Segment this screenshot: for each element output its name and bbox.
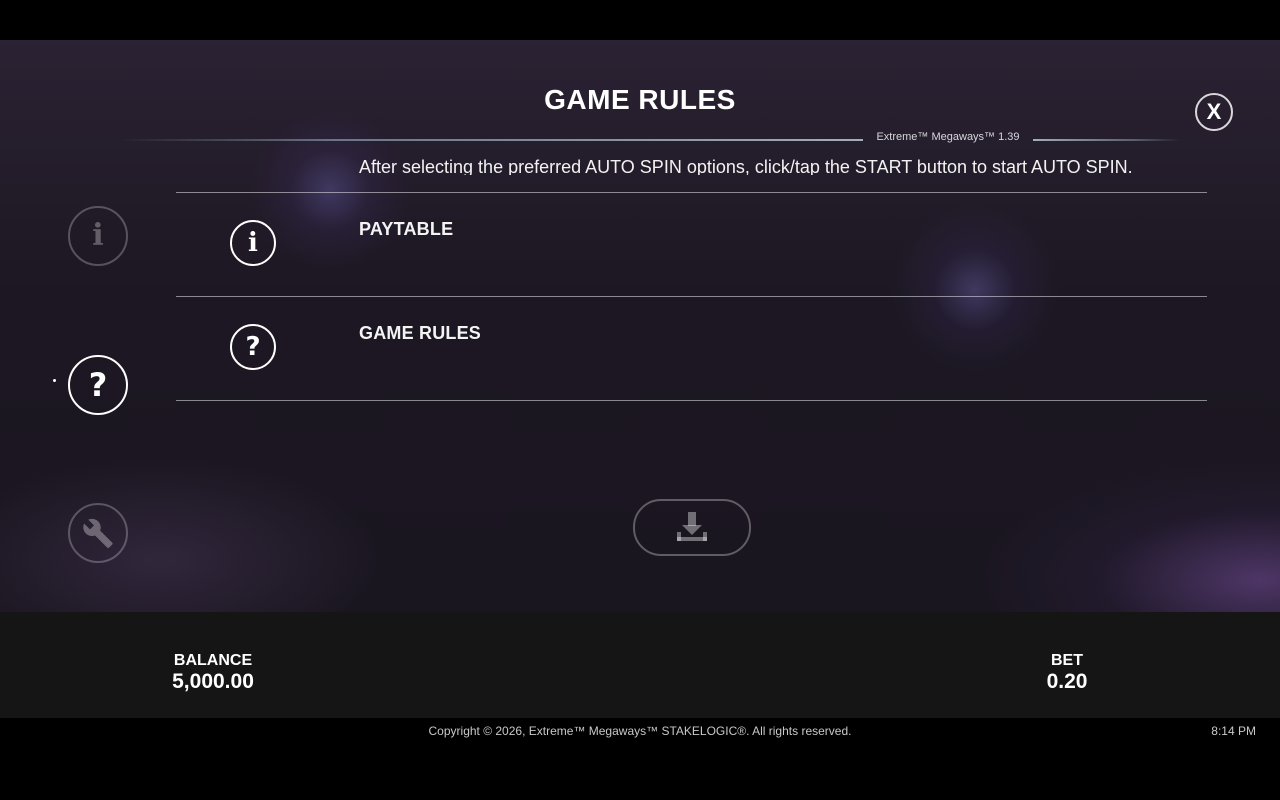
- close-button[interactable]: X: [1195, 93, 1233, 131]
- menu-item-game-rules[interactable]: ? GAME RULES: [176, 297, 1207, 400]
- balance-label: BALANCE: [173, 652, 253, 669]
- question-icon: ?: [88, 366, 108, 404]
- info-icon: i: [92, 218, 104, 253]
- header-divider-left: [118, 139, 863, 141]
- page-title: GAME RULES: [544, 84, 736, 115]
- auto-spin-instructions: After selecting the preferred AUTO SPIN …: [359, 157, 1133, 175]
- download-icon: [677, 511, 707, 541]
- question-icon: ?: [230, 324, 276, 370]
- bet-value: 0.20: [1046, 670, 1088, 693]
- download-button[interactable]: [633, 499, 751, 556]
- info-icon: i: [230, 220, 276, 266]
- copyright-text: Copyright © 2026, Extreme™ Megaways™ STA…: [428, 724, 852, 738]
- top-black-bar: [0, 0, 1280, 40]
- header-divider-right: [1033, 139, 1180, 141]
- balance-value: 5,000.00: [172, 670, 254, 693]
- menu-item-label: GAME RULES: [359, 323, 482, 343]
- menu-item-label: PAYTABLE: [359, 219, 454, 239]
- game-version: Extreme™ Megaways™ 1.39: [876, 131, 1020, 143]
- game-rules-panel: GAME RULES Extreme™ Megaways™ 1.39 X i ?…: [0, 40, 1280, 612]
- active-indicator-dot: [53, 379, 56, 382]
- status-bar: BALANCE 5,000.00 BET 0.20: [0, 612, 1280, 718]
- sidebar-item-game-rules[interactable]: ?: [68, 355, 128, 415]
- sidebar-item-settings[interactable]: [68, 503, 128, 563]
- menu-item-paytable[interactable]: i PAYTABLE: [176, 193, 1207, 296]
- row-divider: [176, 400, 1207, 401]
- sidebar-item-paytable[interactable]: i: [68, 206, 128, 266]
- close-icon: X: [1206, 99, 1222, 124]
- wrench-icon: [83, 518, 113, 549]
- clock: 8:14 PM: [1211, 724, 1256, 738]
- bet-label: BET: [1051, 652, 1083, 669]
- bet-display: BET 0.20: [1007, 652, 1127, 694]
- balance-display: BALANCE 5,000.00: [133, 652, 293, 694]
